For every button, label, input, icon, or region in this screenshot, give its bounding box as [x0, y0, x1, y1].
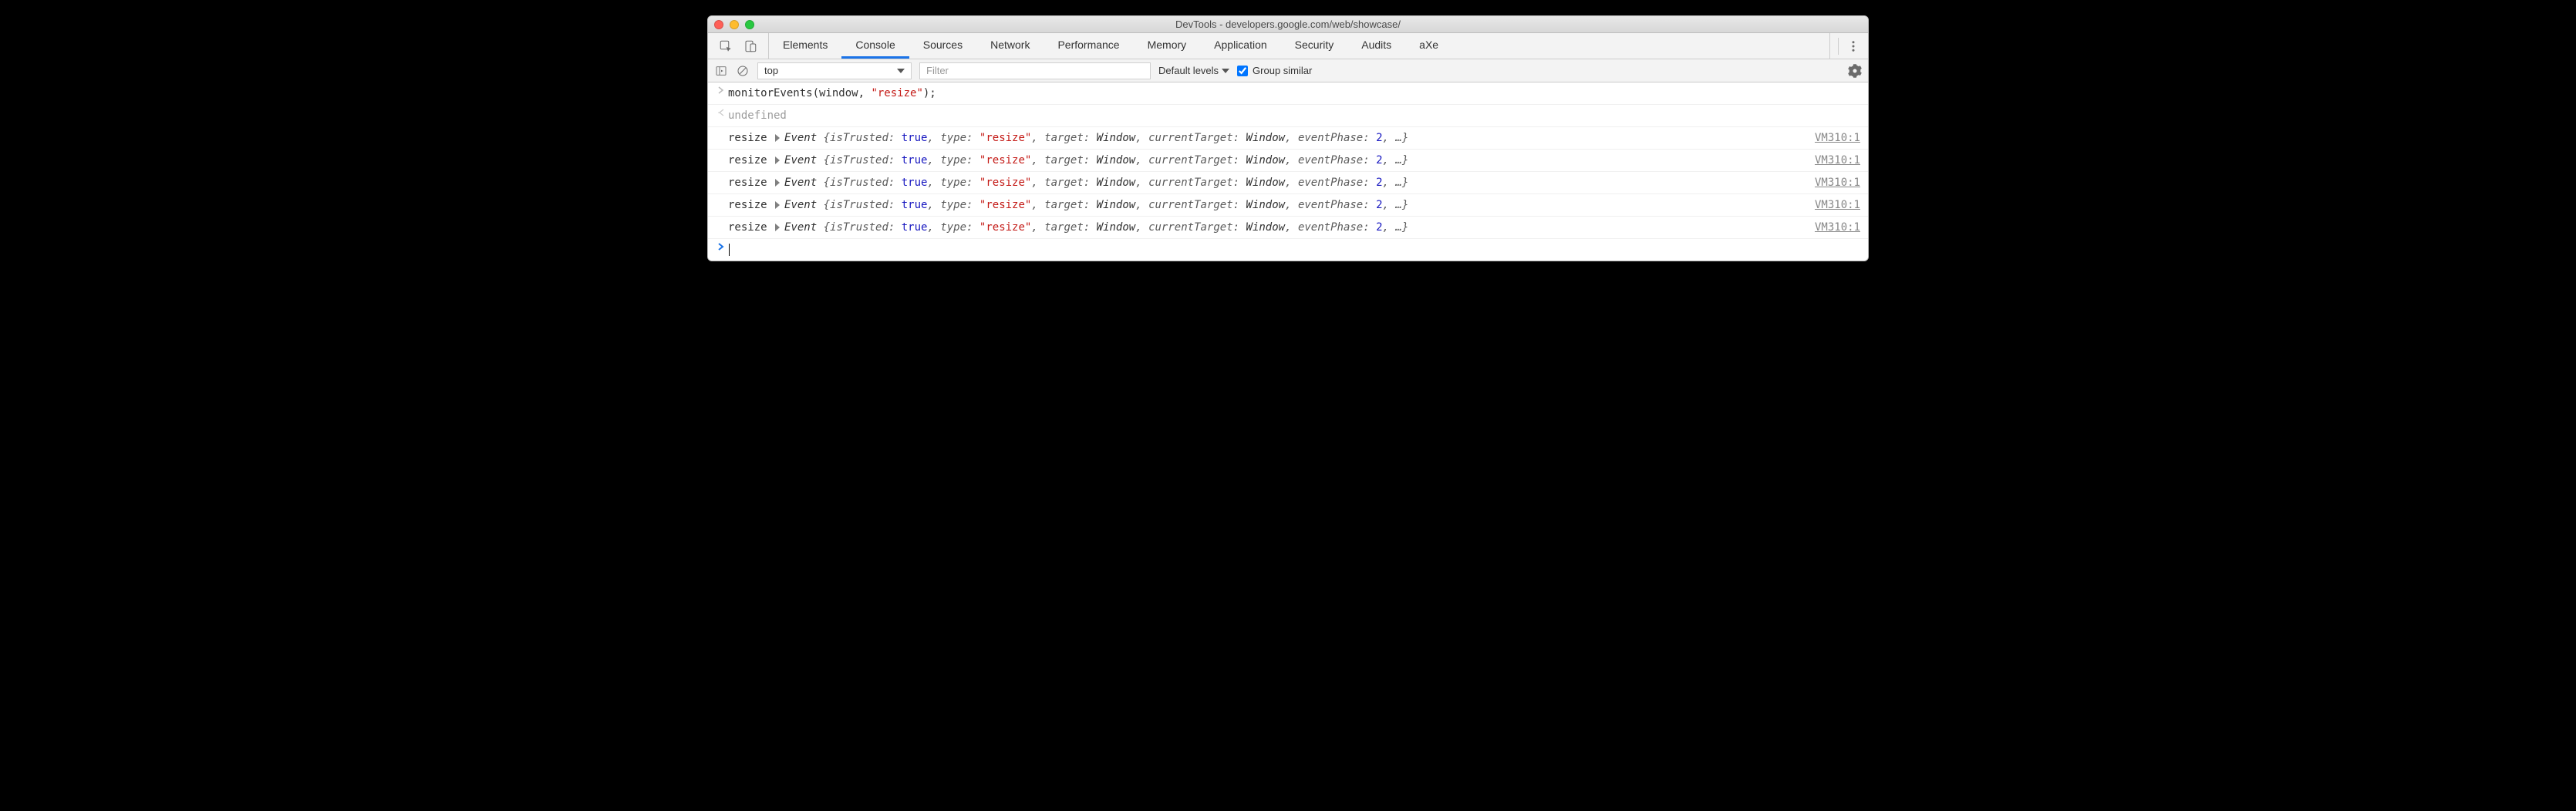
- traffic-lights: [714, 20, 754, 29]
- console-messages: monitorEvents(window, "resize"); undefin…: [708, 82, 1868, 261]
- message-source-link[interactable]: VM310:1: [1806, 130, 1860, 146]
- inspect-element-icon[interactable]: [719, 39, 733, 53]
- expand-object-icon[interactable]: [775, 134, 780, 142]
- execution-context-label: top: [764, 65, 778, 76]
- device-toolbar-icon[interactable]: [743, 39, 757, 53]
- tab-elements[interactable]: Elements: [769, 33, 841, 59]
- tab-network[interactable]: Network: [976, 33, 1044, 59]
- return-arrow-icon: [714, 108, 728, 116]
- tab-security[interactable]: Security: [1281, 33, 1348, 59]
- console-active-input[interactable]: [728, 242, 1860, 257]
- row-gutter: [714, 175, 728, 176]
- message-source-link[interactable]: VM310:1: [1806, 220, 1860, 235]
- tab-memory[interactable]: Memory: [1134, 33, 1201, 59]
- tabbar-left-tools: [708, 33, 769, 59]
- group-similar-label: Group similar: [1253, 65, 1312, 76]
- expand-object-icon[interactable]: [775, 224, 780, 231]
- message-source-link[interactable]: VM310:1: [1806, 197, 1860, 213]
- console-active-prompt-row[interactable]: [708, 239, 1868, 261]
- group-similar-checkbox[interactable]: Group similar: [1237, 65, 1312, 76]
- tab-console[interactable]: Console: [841, 33, 909, 59]
- tabbar-right-tools: [1829, 33, 1868, 59]
- log-level-label: Default levels: [1158, 65, 1219, 76]
- tab-performance[interactable]: Performance: [1044, 33, 1133, 59]
- console-event-message: resize Event {isTrusted: true, type: "re…: [728, 130, 1806, 146]
- input-prompt-icon: [714, 86, 728, 94]
- tab-audits[interactable]: Audits: [1347, 33, 1405, 59]
- tab-axe[interactable]: aXe: [1405, 33, 1452, 59]
- panel-tabs: ElementsConsoleSourcesNetworkPerformance…: [769, 33, 1452, 59]
- divider: [1838, 38, 1839, 55]
- console-toolbar-left: [714, 64, 750, 78]
- console-event-row[interactable]: resize Event {isTrusted: true, type: "re…: [708, 194, 1868, 217]
- active-prompt-icon: [714, 242, 728, 251]
- console-event-row[interactable]: resize Event {isTrusted: true, type: "re…: [708, 150, 1868, 172]
- devtools-window: DevTools - developers.google.com/web/sho…: [707, 15, 1869, 261]
- expand-object-icon[interactable]: [775, 156, 780, 164]
- console-event-row[interactable]: resize Event {isTrusted: true, type: "re…: [708, 217, 1868, 239]
- console-event-row[interactable]: resize Event {isTrusted: true, type: "re…: [708, 172, 1868, 194]
- dropdown-caret-icon: [897, 69, 905, 73]
- row-gutter: [714, 197, 728, 198]
- expand-object-icon[interactable]: [775, 201, 780, 209]
- group-similar-input[interactable]: [1237, 66, 1248, 76]
- devtools-tabbar: ElementsConsoleSourcesNetworkPerformance…: [708, 33, 1868, 59]
- console-settings-icon[interactable]: [1848, 64, 1862, 78]
- console-return-value: undefined: [728, 108, 1860, 123]
- more-menu-icon[interactable]: [1846, 39, 1860, 53]
- console-return-row: undefined: [708, 105, 1868, 127]
- console-event-message: resize Event {isTrusted: true, type: "re…: [728, 153, 1806, 168]
- close-window-button[interactable]: [714, 20, 723, 29]
- tab-sources[interactable]: Sources: [909, 33, 976, 59]
- console-input-row: monitorEvents(window, "resize");: [708, 82, 1868, 105]
- console-event-message: resize Event {isTrusted: true, type: "re…: [728, 220, 1806, 235]
- console-event-message: resize Event {isTrusted: true, type: "re…: [728, 175, 1806, 190]
- clear-console-icon[interactable]: [736, 64, 750, 78]
- message-source-link[interactable]: VM310:1: [1806, 175, 1860, 190]
- console-event-row[interactable]: resize Event {isTrusted: true, type: "re…: [708, 127, 1868, 150]
- execution-context-dropdown[interactable]: top: [757, 62, 912, 79]
- show-console-sidebar-icon[interactable]: [714, 64, 728, 78]
- console-input-code: monitorEvents(window, "resize");: [728, 86, 1860, 101]
- window-title: DevTools - developers.google.com/web/sho…: [708, 19, 1868, 30]
- console-toolbar: top Default levels Group similar: [708, 59, 1868, 82]
- tab-application[interactable]: Application: [1200, 33, 1281, 59]
- expand-object-icon[interactable]: [775, 179, 780, 187]
- row-gutter: [714, 130, 728, 131]
- log-level-dropdown[interactable]: Default levels: [1158, 65, 1229, 76]
- dropdown-caret-icon: [1222, 69, 1229, 73]
- console-filter-input[interactable]: [919, 62, 1151, 79]
- message-source-link[interactable]: VM310:1: [1806, 153, 1860, 168]
- zoom-window-button[interactable]: [745, 20, 754, 29]
- minimize-window-button[interactable]: [730, 20, 739, 29]
- window-titlebar: DevTools - developers.google.com/web/sho…: [708, 16, 1868, 33]
- console-event-message: resize Event {isTrusted: true, type: "re…: [728, 197, 1806, 213]
